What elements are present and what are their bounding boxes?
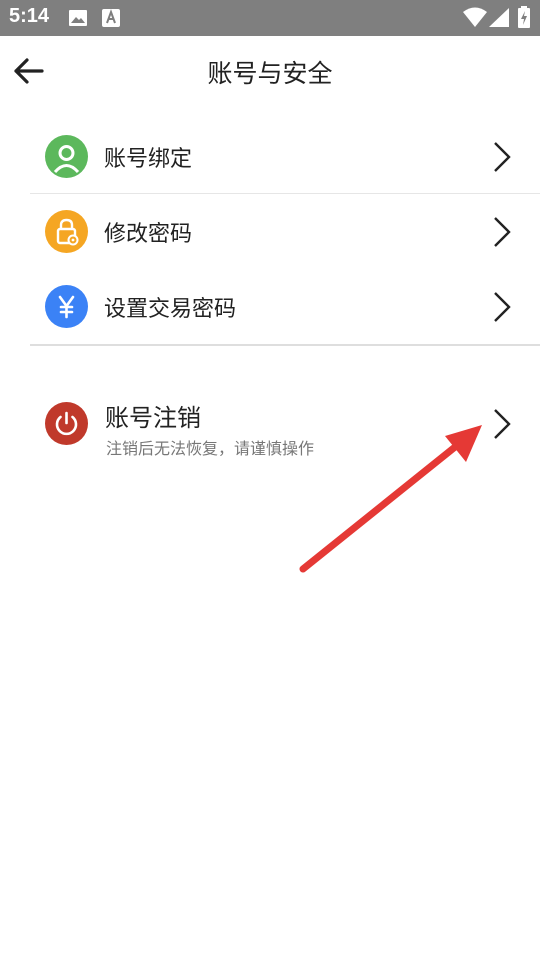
power-icon bbox=[45, 402, 88, 445]
menu-item-change-password[interactable]: 修改密码 bbox=[30, 194, 540, 269]
wifi-icon bbox=[463, 7, 487, 27]
user-icon bbox=[45, 135, 88, 178]
chevron-right-icon bbox=[494, 409, 511, 439]
status-bar: 5:14 bbox=[0, 0, 540, 36]
menu-item-account-binding[interactable]: 账号绑定 bbox=[30, 119, 540, 194]
app-notification-icon bbox=[102, 9, 120, 27]
menu-item-label: 账号绑定 bbox=[104, 147, 193, 172]
header: 账号与安全 bbox=[0, 36, 540, 106]
menu-item-label: 修改密码 bbox=[104, 222, 193, 247]
account-cancel-label: 账号注销 bbox=[105, 404, 201, 432]
page-title: 账号与安全 bbox=[207, 59, 333, 88]
chevron-right-icon bbox=[494, 142, 511, 172]
account-cancel-subtitle: 注销后无法恢复，请谨慎操作 bbox=[106, 439, 315, 458]
signal-icon bbox=[489, 8, 509, 27]
image-notification-icon bbox=[69, 10, 87, 26]
battery-icon bbox=[518, 6, 530, 28]
chevron-right-icon bbox=[494, 217, 511, 247]
lock-gear-icon bbox=[45, 210, 88, 253]
menu-item-label: 设置交易密码 bbox=[104, 297, 237, 322]
menu-item-account-cancel[interactable]: 账号注销 注销后无法恢复，请谨慎操作 bbox=[30, 388, 540, 468]
status-time: 5:14 bbox=[9, 5, 50, 27]
section-divider bbox=[30, 344, 540, 346]
menu-item-transaction-password[interactable]: 设置交易密码 bbox=[30, 269, 540, 344]
yuan-icon bbox=[45, 285, 88, 328]
chevron-right-icon bbox=[494, 292, 511, 322]
